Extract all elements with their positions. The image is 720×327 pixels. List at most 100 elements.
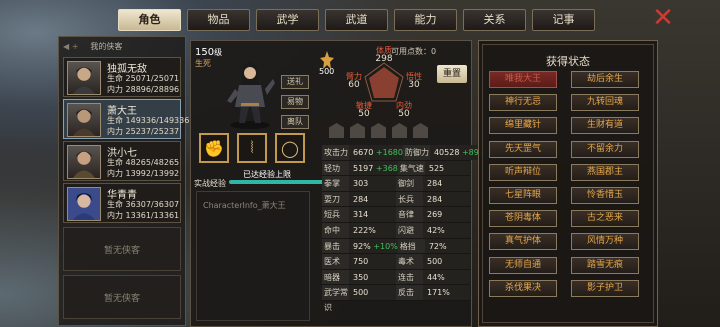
stat-label: 攻击力 bbox=[322, 145, 349, 160]
stat-label: 防御力 bbox=[402, 145, 430, 160]
status-item[interactable]: 唯我大王 bbox=[489, 71, 557, 88]
status-item[interactable]: 燕国郡主 bbox=[571, 163, 639, 181]
equip-slot-icon[interactable] bbox=[371, 123, 386, 138]
stat-value: 44% bbox=[427, 272, 445, 282]
status-item[interactable]: 绵里藏针 bbox=[489, 117, 557, 135]
character-portrait bbox=[227, 62, 275, 129]
stat-cell: 短兵 314 bbox=[322, 207, 396, 222]
stat-value: 284 bbox=[427, 194, 443, 204]
close-icon[interactable]: ✕ bbox=[650, 5, 676, 31]
stat-label: 御剑 bbox=[396, 176, 423, 191]
status-item[interactable]: 七星阵眼 bbox=[489, 186, 557, 204]
stat-row: 武学常识 500 反击 171% bbox=[322, 285, 470, 312]
status-item[interactable]: 九转回魂 bbox=[571, 94, 639, 112]
hero-mp: 内力 13361/13361 bbox=[107, 211, 180, 220]
gift-button[interactable]: 送礼 bbox=[281, 75, 309, 89]
hero-hp: 生命 149336/149336 bbox=[107, 116, 190, 125]
attr-inner-value: 50 bbox=[398, 109, 410, 119]
stat-value: 40528 +892 bbox=[433, 148, 484, 157]
stat-row: 医术 750 毒术 500 bbox=[322, 254, 470, 270]
status-grid: 唯我大王 劫后余生 神行无忌 九转回魂 绵里藏针 生财有道 先天罡气 不留余力 听声辩位 燕国郡主… bbox=[489, 71, 639, 297]
status-item[interactable]: 无师自通 bbox=[489, 256, 557, 274]
status-item[interactable]: 神行无忌 bbox=[489, 94, 557, 112]
equip-slot-icon[interactable] bbox=[413, 123, 428, 138]
equip-slot-icon[interactable] bbox=[329, 123, 344, 138]
stat-value: 350 bbox=[353, 272, 369, 282]
trade-button[interactable]: 易物 bbox=[281, 95, 309, 109]
avatar bbox=[67, 103, 101, 137]
tab-martial-way[interactable]: 武道 bbox=[325, 9, 388, 31]
character-panel: 150级 生死 送礼 易物 离队 ✊ ⦚ ◯ 已达经验上限 实战经验 Chara… bbox=[190, 40, 484, 327]
stat-value: 525 bbox=[428, 163, 445, 173]
tab-relations[interactable]: 关系 bbox=[463, 9, 526, 31]
hero-list: ◀ + 我的侠客 独孤无敌 生命 25071/25071 内力 28896/288… bbox=[58, 36, 189, 326]
stat-bonus: +10% bbox=[370, 241, 398, 251]
skill-slot-icon[interactable]: ◯ bbox=[275, 133, 305, 163]
status-item[interactable]: 怜香惜玉 bbox=[571, 186, 639, 204]
skill-slot-icon[interactable]: ⦚ bbox=[237, 133, 267, 163]
status-item[interactable]: 古之恶来 bbox=[571, 210, 639, 228]
status-item[interactable]: 影子护卫 bbox=[571, 279, 639, 297]
tab-abilities[interactable]: 能力 bbox=[394, 9, 457, 31]
tab-journal[interactable]: 记事 bbox=[532, 9, 595, 31]
status-item[interactable]: 风情万种 bbox=[571, 233, 639, 251]
status-item[interactable]: 苍阴毒体 bbox=[489, 210, 557, 228]
stat-cell: 命中 222% bbox=[322, 222, 396, 238]
stat-cell: 拳掌 303 bbox=[322, 176, 396, 191]
status-item[interactable]: 先天罡气 bbox=[489, 140, 557, 158]
stat-value: 284 bbox=[353, 194, 369, 204]
stat-label: 长兵 bbox=[396, 191, 423, 207]
stat-label: 暴击 bbox=[322, 238, 349, 254]
tab-bar: 角色 物品 武学 武道 能力 关系 记事 bbox=[118, 9, 595, 31]
equip-slot-icon[interactable] bbox=[350, 123, 365, 138]
stat-cell: 攻击力 6670 +1680 bbox=[322, 145, 403, 160]
status-item[interactable]: 听声辩位 bbox=[489, 163, 557, 181]
status-item[interactable]: 踏雪无痕 bbox=[571, 256, 639, 274]
stat-label: 暗器 bbox=[322, 269, 349, 285]
stats-table: 攻击力 6670 +1680 防御力 40528 +892 轻功 5197 +368 集气速… bbox=[322, 145, 484, 312]
stat-cell: 暴击 92% +10% bbox=[322, 238, 398, 254]
leave-team-button[interactable]: 离队 bbox=[281, 115, 309, 129]
stat-label: 连击 bbox=[396, 269, 423, 285]
status-item[interactable]: 劫后余生 bbox=[571, 71, 639, 88]
stat-cell: 武学常识 500 bbox=[322, 285, 396, 312]
status-item[interactable]: 不留余力 bbox=[571, 140, 639, 158]
equip-slot-icon[interactable] bbox=[392, 123, 407, 138]
stat-row: 耍刀 284 长兵 284 bbox=[322, 191, 470, 208]
status-item[interactable]: 生财有道 bbox=[571, 117, 639, 135]
stat-cell: 防御力 40528 +892 bbox=[402, 145, 484, 160]
collapse-arrow-icon[interactable]: ◀ + bbox=[63, 42, 78, 51]
stat-bonus: +368 bbox=[373, 163, 398, 173]
hero-card-selected[interactable]: 萧大王 生命 149336/149336 内力 25237/25237 bbox=[63, 99, 189, 139]
stat-value: 5197 +368 bbox=[353, 163, 398, 173]
stat-label: 耍刀 bbox=[322, 191, 349, 207]
stat-label: 武学常识 bbox=[322, 285, 349, 312]
stat-value: 284 bbox=[427, 179, 443, 189]
stat-label: 拳掌 bbox=[322, 176, 349, 191]
skill-slot-icon[interactable]: ✊ bbox=[199, 133, 229, 163]
stat-row: 攻击力 6670 +1680 防御力 40528 +892 bbox=[322, 145, 484, 161]
stat-row: 暗器 350 连击 44% bbox=[322, 269, 470, 286]
stat-row: 暴击 92% +10% 格挡 72% bbox=[322, 238, 470, 255]
stat-value: 303 bbox=[353, 179, 369, 189]
hero-card[interactable]: 独孤无敌 生命 25071/25071 内力 28896/28896 bbox=[63, 57, 181, 97]
tab-items[interactable]: 物品 bbox=[187, 9, 250, 31]
stat-cell: 暗器 350 bbox=[322, 269, 396, 285]
stat-cell: 耍刀 284 bbox=[322, 191, 396, 207]
hero-card[interactable]: 洪小七 生命 48265/48265 内力 13992/13992 bbox=[63, 141, 181, 181]
status-item[interactable]: 真气护体 bbox=[489, 233, 557, 251]
reset-button[interactable]: 重置 bbox=[437, 65, 467, 83]
tab-martial-arts[interactable]: 武学 bbox=[256, 9, 319, 31]
hero-mp: 内力 28896/28896 bbox=[107, 85, 180, 94]
hero-list-title: 我的侠客 bbox=[90, 41, 123, 51]
stat-cell: 医术 750 bbox=[322, 254, 396, 269]
empty-hero-slot[interactable]: 暂无侠客 bbox=[63, 227, 181, 271]
exp-bar bbox=[229, 180, 325, 184]
status-item[interactable]: 杀伐果决 bbox=[489, 279, 557, 297]
hero-card[interactable]: 华青青 生命 36307/36307 内力 13361/13361 bbox=[63, 183, 181, 223]
stat-value: 222% bbox=[353, 225, 376, 235]
tab-character[interactable]: 角色 bbox=[118, 9, 181, 31]
empty-hero-slot[interactable]: 暂无侠客 bbox=[63, 275, 181, 319]
status-title: 获得状态 bbox=[546, 55, 590, 68]
stat-value: 92% +10% bbox=[353, 241, 398, 251]
